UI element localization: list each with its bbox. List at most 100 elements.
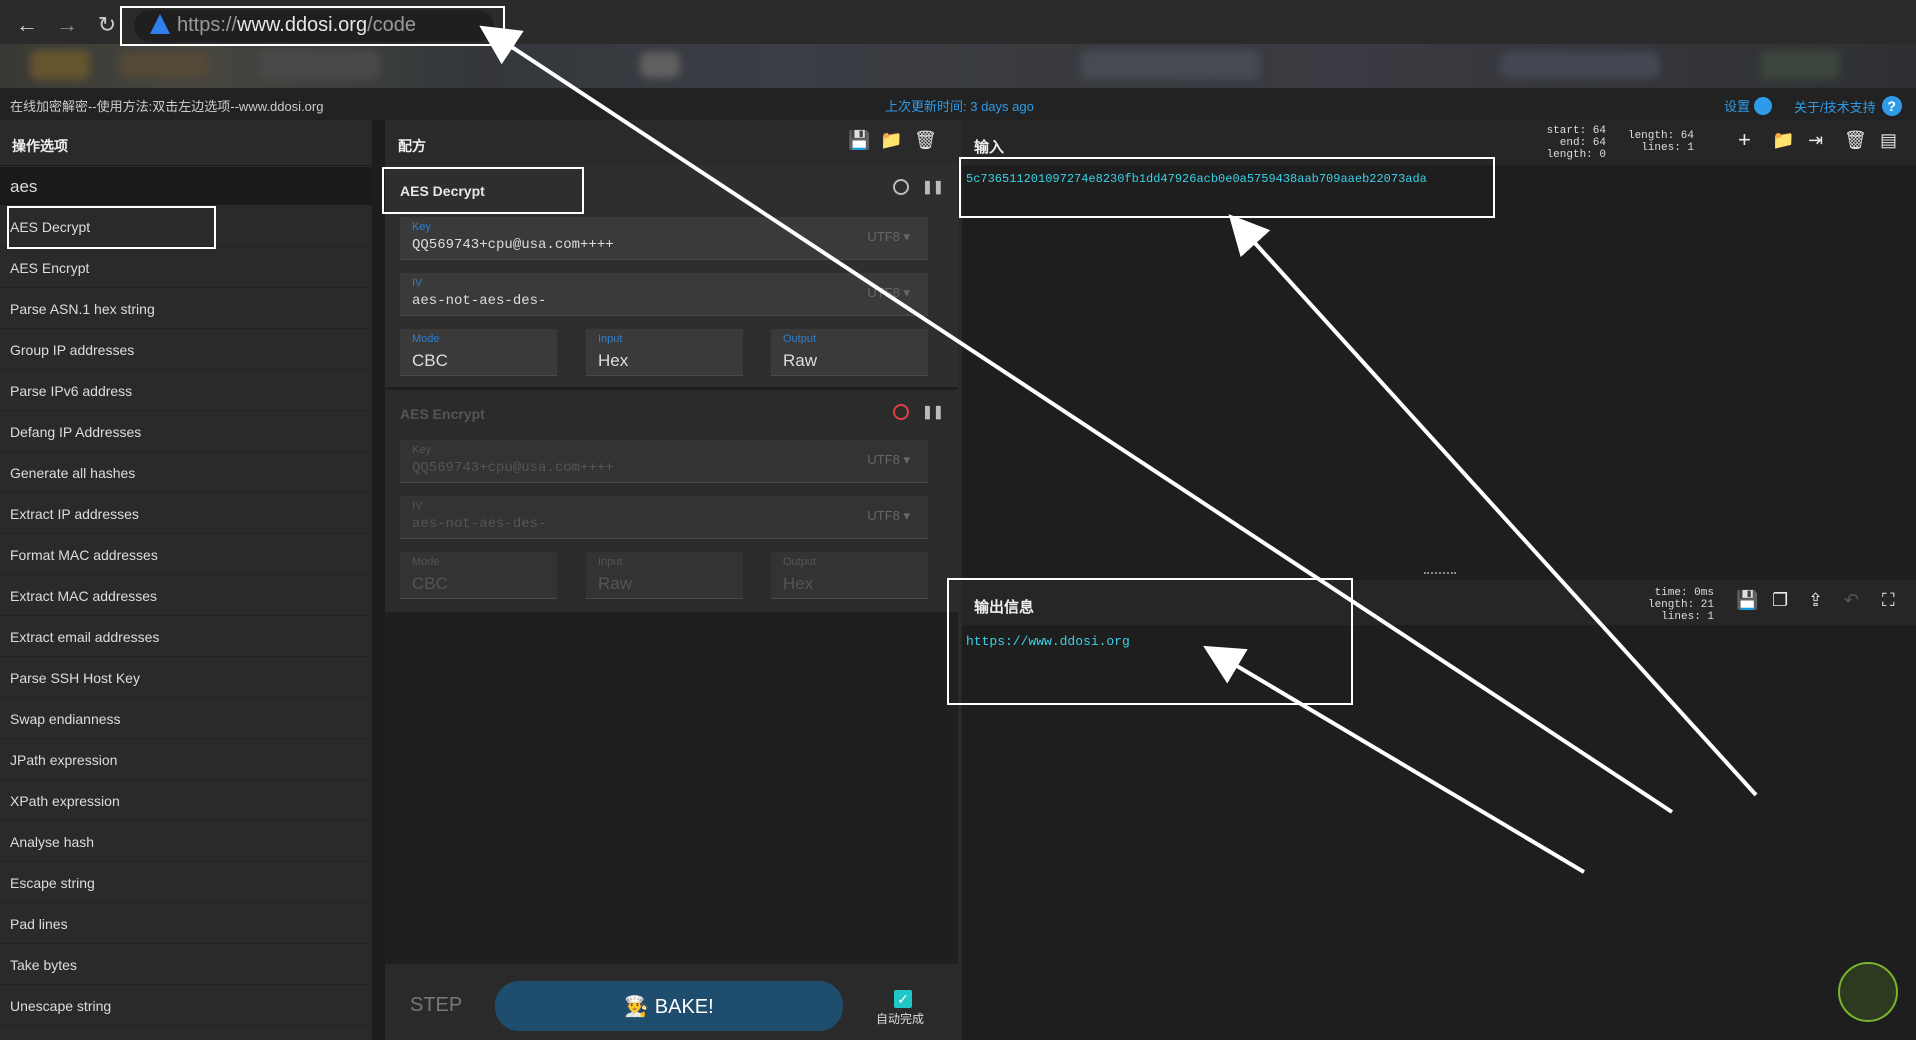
operation-item[interactable]: Analyse hash <box>0 822 372 862</box>
save-icon[interactable]: 💾 <box>848 130 870 151</box>
help-icon[interactable]: ? <box>1881 96 1902 116</box>
pause-icon[interactable]: ❚❚ <box>922 404 944 420</box>
output-format-label: Output <box>783 556 817 568</box>
open-folder-icon[interactable]: 📁 <box>1772 130 1794 151</box>
output-format-select[interactable]: Output Hex <box>771 552 928 599</box>
forward-icon[interactable]: → <box>52 10 82 40</box>
bookmarks-bar-blurred <box>0 44 1916 88</box>
step-button[interactable]: STEP <box>410 994 462 1017</box>
replace-input-icon[interactable]: ⇪ <box>1808 590 1823 611</box>
operations-title: 操作选项 <box>12 138 68 154</box>
settings-label: 设置 <box>1724 99 1751 114</box>
pause-icon[interactable]: ❚❚ <box>922 179 944 195</box>
operation-item[interactable]: Parse SSH Host Key <box>0 658 372 698</box>
key-label: Key <box>412 444 431 456</box>
operation-item[interactable]: XPath expression <box>0 781 372 821</box>
key-value[interactable]: QQ569743+cpu@usa.com++++ <box>412 237 614 253</box>
bake-button[interactable]: 👨‍🍳 BAKE! <box>495 981 843 1031</box>
operation-item[interactable]: Extract IP addresses <box>0 494 372 534</box>
bake-label: BAKE! <box>654 996 714 1018</box>
stat-end: end: 64 <box>1559 137 1606 149</box>
iv-field[interactable]: IV aes-not-aes-des- UTF8 ▾ <box>400 496 928 539</box>
undo-icon[interactable]: ↶ <box>1844 590 1859 611</box>
back-icon[interactable]: ← <box>12 10 42 40</box>
key-value[interactable]: QQ569743+cpu@usa.com++++ <box>412 460 614 476</box>
operation-item[interactable]: JPath expression <box>0 740 372 780</box>
input-format-select[interactable]: Input Raw <box>586 552 743 599</box>
add-icon[interactable]: + <box>1738 127 1751 153</box>
import-icon[interactable]: ⇥ <box>1808 130 1823 151</box>
clear-icon[interactable]: 🗑 <box>1844 130 1867 151</box>
auto-bake-checkbox[interactable]: ✓ <box>894 990 912 1008</box>
disable-icon[interactable] <box>893 179 909 195</box>
input-size-stats: length: 64 lines: 1 <box>1620 130 1694 154</box>
operation-item[interactable]: Unescape string <box>0 986 372 1026</box>
operation-item[interactable]: AES Encrypt <box>0 248 372 288</box>
input-title: 输入 <box>974 139 1005 156</box>
card-title: AES Encrypt <box>400 406 485 422</box>
stat-time: time: 0ms <box>1654 587 1714 599</box>
gear-icon[interactable] <box>1754 96 1773 115</box>
key-field[interactable]: Key QQ569743+cpu@usa.com++++ UTF8 ▾ <box>400 217 928 260</box>
iv-field[interactable]: IV aes-not-aes-des- UTF8 ▾ <box>400 273 928 316</box>
operation-item[interactable]: Format MAC addresses <box>0 535 372 575</box>
operation-item[interactable]: Defang IP Addresses <box>0 412 372 452</box>
output-stats: time: 0ms length: 21 lines: 1 <box>1628 587 1714 623</box>
aes-decrypt-title-annotation-box <box>382 167 584 214</box>
folder-icon[interactable]: 📁 <box>880 130 902 151</box>
settings-link[interactable]: 设置 <box>1724 96 1773 115</box>
iv-value[interactable]: aes-not-aes-des- <box>412 293 546 309</box>
operation-item[interactable]: Take bytes <box>0 945 372 985</box>
operations-search-input[interactable] <box>10 177 310 197</box>
mode-select[interactable]: Mode CBC <box>400 329 557 376</box>
key-encoding-dropdown[interactable]: UTF8 ▾ <box>867 229 910 245</box>
operation-item[interactable]: Parse ASN.1 hex string <box>0 289 372 329</box>
disabled-icon[interactable] <box>893 404 909 420</box>
operation-item[interactable]: Parse IPv6 address <box>0 371 372 411</box>
layout-icon[interactable]: ▤ <box>1880 130 1897 151</box>
operation-item[interactable]: Generate all hashes <box>0 453 372 493</box>
input-format-select[interactable]: Input Hex <box>586 329 743 376</box>
input-format-value: Raw <box>598 574 633 593</box>
key-field[interactable]: Key QQ569743+cpu@usa.com++++ UTF8 ▾ <box>400 440 928 483</box>
key-label: Key <box>412 221 431 233</box>
operation-item[interactable]: Swap endianness <box>0 699 372 739</box>
mascot-logo-icon <box>1838 962 1898 1022</box>
maximize-icon[interactable]: ⛶ <box>1882 590 1895 611</box>
iv-encoding-dropdown[interactable]: UTF8 ▾ <box>867 285 910 301</box>
stat-start: start: 64 <box>1546 125 1606 137</box>
about-label: 关于/技术支持 <box>1794 99 1876 115</box>
mode-select[interactable]: Mode CBC <box>400 552 557 599</box>
operation-item[interactable]: Escape string <box>0 863 372 903</box>
iv-encoding-dropdown[interactable]: UTF8 ▾ <box>867 508 910 524</box>
stat-length: length: 64 <box>1627 130 1694 142</box>
mode-value: CBC <box>412 574 448 593</box>
panel-divider[interactable] <box>372 120 385 1040</box>
operation-item[interactable]: Extract MAC addresses <box>0 576 372 616</box>
stat-lines: lines: 1 <box>1641 142 1694 154</box>
usage-hint: 在线加密解密--使用方法:双击左边选项--www.ddosi.org <box>10 99 324 114</box>
chef-icon: 👨‍🍳 <box>624 996 655 1018</box>
recipe-header <box>385 120 958 165</box>
operation-item[interactable]: Extract email addresses <box>0 617 372 657</box>
output-format-select[interactable]: Output Raw <box>771 329 928 376</box>
input-format-value: Hex <box>598 351 629 370</box>
copy-icon[interactable]: ❐ <box>1772 590 1788 611</box>
about-link[interactable]: 关于/技术支持 ? <box>1794 96 1902 116</box>
key-encoding-dropdown[interactable]: UTF8 ▾ <box>867 452 910 468</box>
mode-label: Mode <box>412 556 440 568</box>
input-selection-stats: start: 64 end: 64 length: 0 <box>1540 125 1606 161</box>
save-output-icon[interactable]: 💾 <box>1736 590 1758 611</box>
resize-grip[interactable] <box>1424 572 1456 577</box>
reload-icon[interactable]: ↻ <box>92 10 122 40</box>
last-updated: 上次更新时间: 3 days ago <box>885 99 1034 114</box>
iv-value[interactable]: aes-not-aes-des- <box>412 516 546 532</box>
operation-item[interactable]: Pad lines <box>0 904 372 944</box>
aes-decrypt-annotation-box <box>7 206 216 249</box>
url-annotation-box <box>120 6 505 46</box>
operation-item[interactable]: Group IP addresses <box>0 330 372 370</box>
auto-bake-label: 自动完成 <box>876 1012 925 1026</box>
trash-icon[interactable]: 🗑 <box>914 130 937 151</box>
input-format-label: Input <box>598 333 623 345</box>
output-format-value: Hex <box>783 574 814 593</box>
